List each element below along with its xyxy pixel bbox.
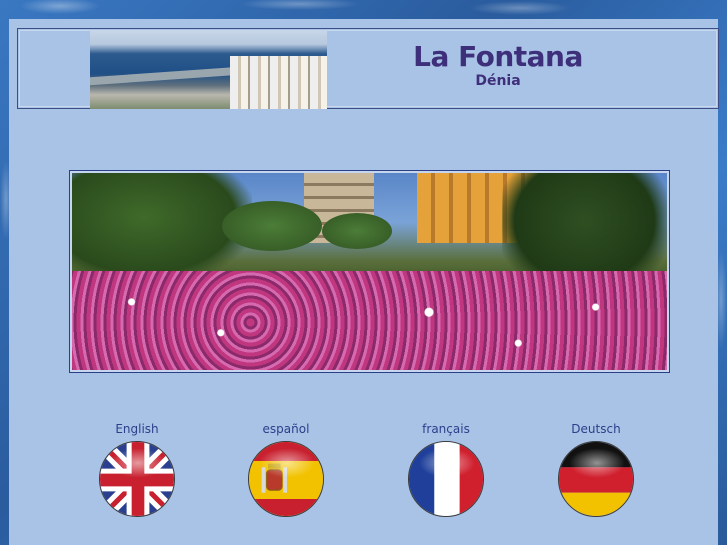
language-option-german[interactable]: Deutsch: [551, 422, 641, 517]
language-option-spanish[interactable]: español: [241, 422, 331, 517]
language-option-english[interactable]: English: [92, 422, 182, 517]
french-link[interactable]: français: [401, 422, 491, 436]
port-photo: [90, 30, 327, 109]
english-link[interactable]: English: [92, 422, 182, 436]
spain-flag-icon[interactable]: [248, 441, 324, 517]
site-title: La Fontana: [413, 40, 583, 73]
page-panel: La Fontana Dénia English español françai…: [9, 19, 719, 545]
header-banner: La Fontana Dénia: [17, 28, 719, 109]
spanish-link[interactable]: español: [241, 422, 331, 436]
france-flag-icon[interactable]: [408, 441, 484, 517]
uk-flag-icon[interactable]: [99, 441, 175, 517]
title-block: La Fontana Dénia: [398, 40, 598, 90]
hero-photo: [69, 170, 670, 373]
german-link[interactable]: Deutsch: [551, 422, 641, 436]
site-subtitle: Dénia: [475, 73, 521, 89]
language-option-french[interactable]: français: [401, 422, 491, 517]
germany-flag-icon[interactable]: [558, 441, 634, 517]
